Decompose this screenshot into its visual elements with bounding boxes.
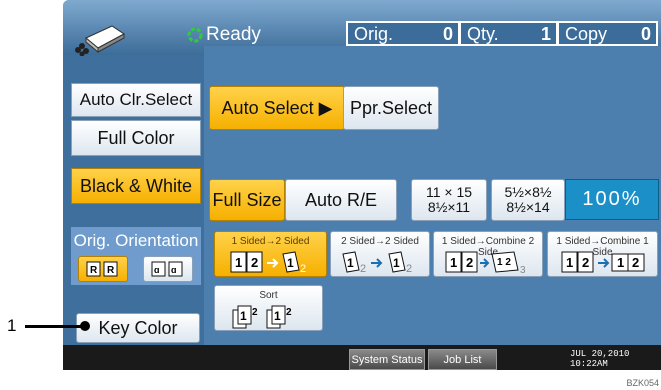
key-color-button[interactable]: Key Color <box>76 313 200 343</box>
svg-text:3: 3 <box>520 265 526 276</box>
auto-reduce-enlarge-button[interactable]: Auto R/E <box>285 179 397 221</box>
black-white-button[interactable]: Black & White <box>71 168 201 204</box>
ratio-top-size: 5½×8½ <box>504 184 552 200</box>
duplex-label: 1 Sided→2 Sided <box>231 236 310 247</box>
status-text: Ready <box>206 24 261 45</box>
svg-text:2: 2 <box>251 255 258 270</box>
ready-spinner-icon <box>187 27 203 43</box>
orientation-unreadable-button[interactable]: ɑ ɑ <box>143 256 193 282</box>
originals-counter: Orig. 0 <box>346 21 460 46</box>
svg-text:1: 1 <box>566 255 573 270</box>
ratio-5x8-button[interactable]: 5½×8½ 8½×14 <box>491 179 565 221</box>
full-size-button[interactable]: Full Size <box>209 179 285 221</box>
svg-text:R: R <box>107 265 115 276</box>
two-to-two-sided-icon: 1 2 1 2 <box>342 251 412 275</box>
date-text: JUL 20,2010 <box>570 349 630 359</box>
paper-select-button[interactable]: Ppr.Select <box>343 86 439 130</box>
svg-text:ɑ: ɑ <box>154 265 160 275</box>
svg-text:2: 2 <box>252 307 258 318</box>
svg-text:1: 1 <box>274 309 281 323</box>
unreadable-orientation-icon: ɑ ɑ <box>151 261 183 277</box>
callout-dot <box>80 321 90 331</box>
duplex-combine1-button[interactable]: 1 Sided→Combine 1 Side 1 2 1 2 <box>547 231 658 277</box>
svg-text:2: 2 <box>360 263 366 275</box>
copier-icon <box>75 25 125 56</box>
svg-text:R: R <box>90 265 98 276</box>
svg-text:1: 1 <box>287 256 294 270</box>
time-text: 10:22AM <box>570 359 608 369</box>
system-status-button[interactable]: System Status <box>349 349 425 370</box>
figure-code: BZK054 <box>626 378 659 388</box>
combine-two-side-icon: 1 2 1 2 3 <box>445 251 526 276</box>
combine-one-side-icon: 1 2 1 2 <box>561 251 645 273</box>
sort-button[interactable]: Sort 1 2 1 2 <box>214 285 323 331</box>
svg-text:1: 1 <box>450 255 457 270</box>
auto-color-select-button[interactable]: Auto Clr.Select <box>71 83 201 117</box>
copies-counter: Copy 0 <box>557 21 658 46</box>
ratio-bottom-size: 8½×11 <box>427 199 471 215</box>
orientation-readable-button[interactable]: R R <box>78 256 128 282</box>
svg-text:1 2: 1 2 <box>497 257 511 268</box>
duplex-1to2-button[interactable]: 1 Sided→2 Sided 1 2 1 2 <box>214 231 327 277</box>
svg-text:1: 1 <box>240 309 247 323</box>
svg-text:1: 1 <box>393 256 400 270</box>
ratio-top-size: 11 × 15 <box>425 184 473 200</box>
callout-number: 1 <box>7 316 17 335</box>
sort-label: Sort <box>259 290 278 301</box>
svg-text:2: 2 <box>300 263 306 275</box>
svg-text:ɑ: ɑ <box>171 265 177 275</box>
ratio-bottom-size: 8½×14 <box>506 199 550 215</box>
svg-text:2: 2 <box>466 255 473 270</box>
auto-select-paper-button[interactable]: Auto Select ▶ <box>209 86 345 130</box>
svg-text:1: 1 <box>235 255 242 270</box>
svg-text:2: 2 <box>582 255 589 270</box>
readable-orientation-icon: R R <box>86 261 118 277</box>
duplex-combine2-button[interactable]: 1 Sided→Combine 2 Side 1 2 1 2 3 <box>433 231 543 277</box>
full-color-button[interactable]: Full Color <box>71 120 201 156</box>
svg-text:2: 2 <box>286 307 292 318</box>
svg-text:1: 1 <box>617 255 624 270</box>
duplex-2to2-button[interactable]: 2 Sided→2 Sided 1 2 1 2 <box>330 231 430 277</box>
zoom-percent-button[interactable]: 100% <box>565 179 659 220</box>
job-list-button[interactable]: Job List <box>428 349 497 370</box>
duplex-label: 2 Sided→2 Sided <box>341 236 419 247</box>
one-to-two-sided-icon: 1 2 1 2 <box>230 251 306 275</box>
sort-stack-icon: 1 2 1 2 <box>232 305 292 329</box>
date-time: JUL 20,2010 10:22AM <box>570 349 629 369</box>
svg-text:1: 1 <box>347 256 354 270</box>
orig-orientation-label: Orig. Orientation <box>73 231 199 250</box>
svg-text:2: 2 <box>632 255 639 270</box>
ratio-11x15-button[interactable]: 11 × 15 8½×11 <box>411 179 487 221</box>
svg-text:2: 2 <box>406 263 412 275</box>
quantity-counter: Qty. 1 <box>459 21 558 46</box>
callout-line <box>25 325 85 328</box>
